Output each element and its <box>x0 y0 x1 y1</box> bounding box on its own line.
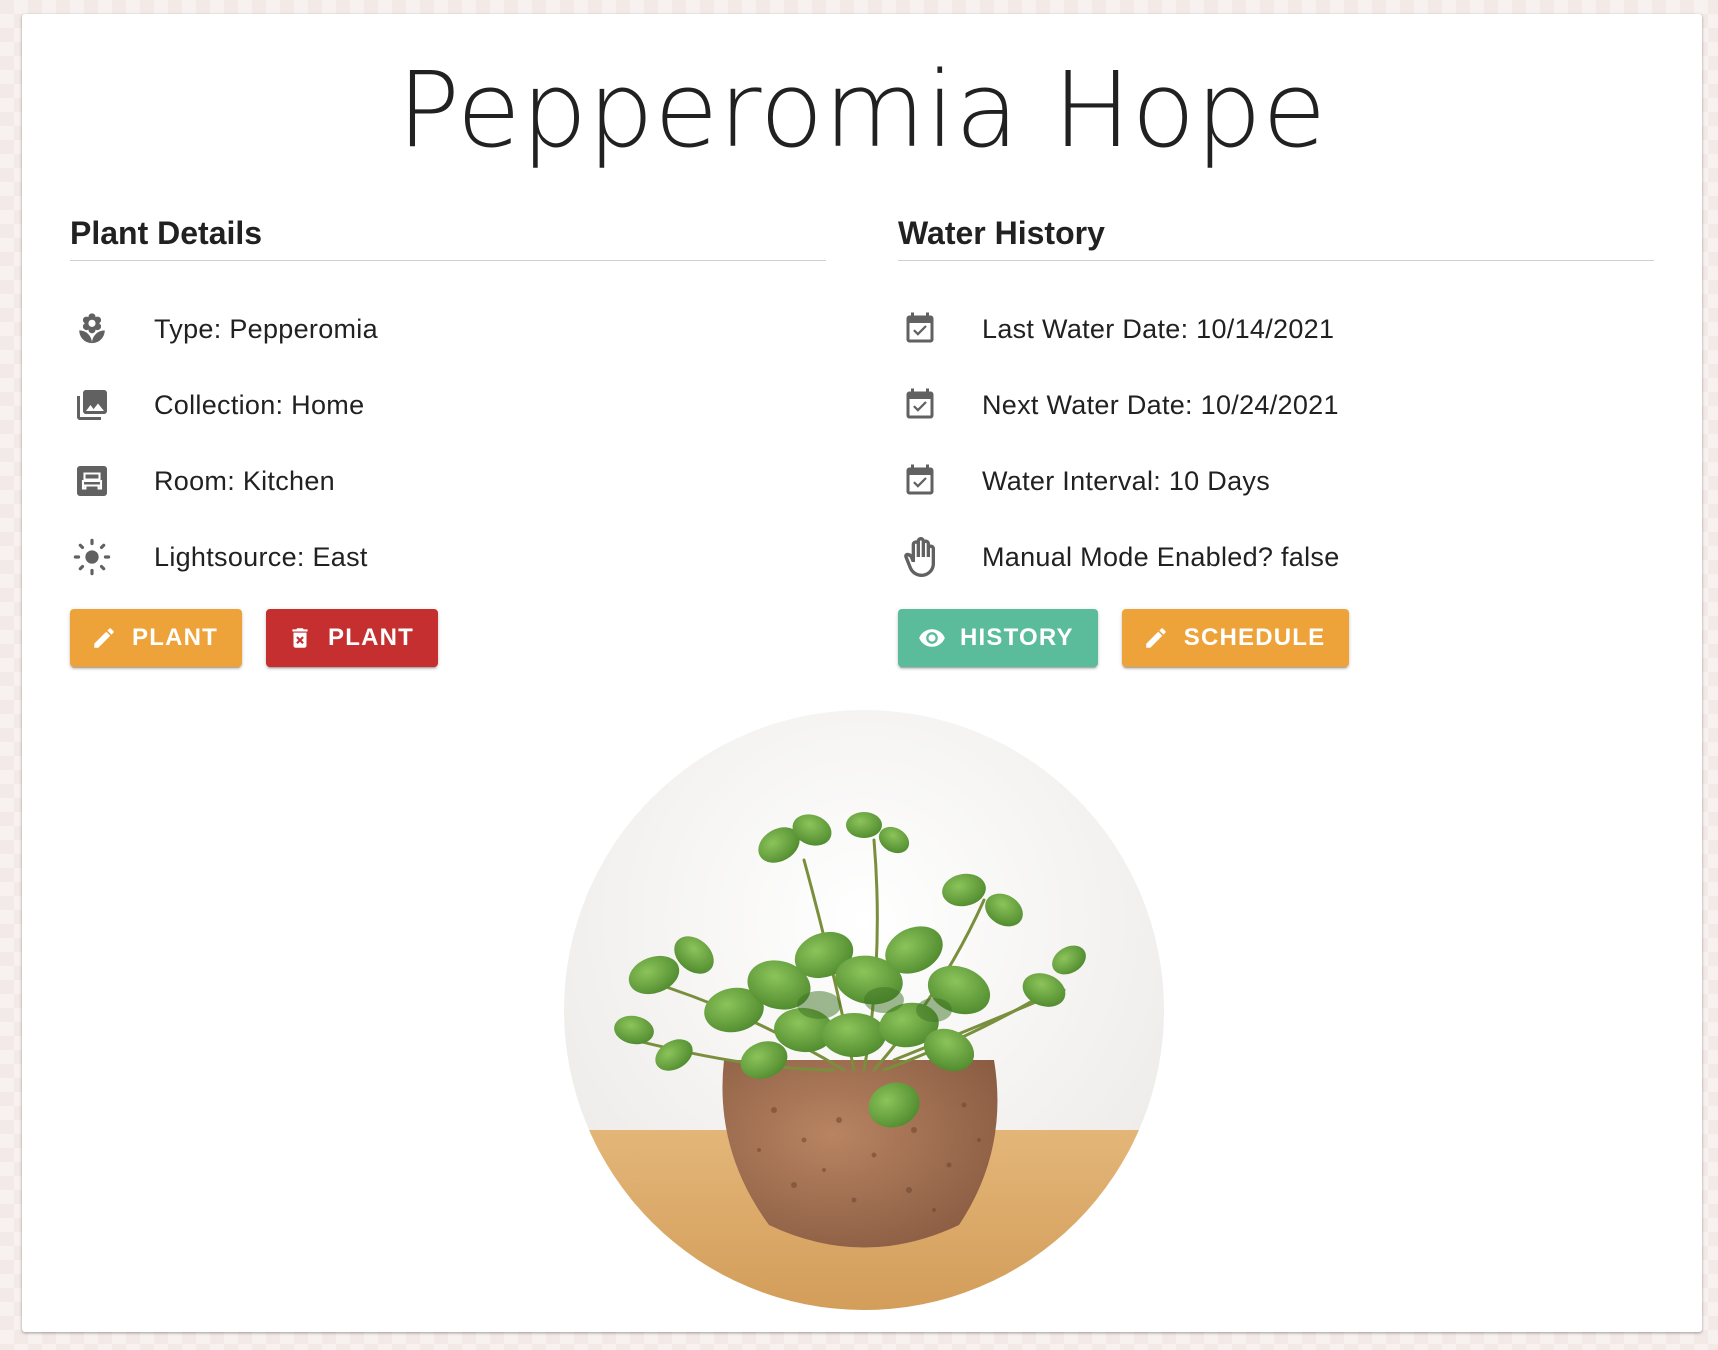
calendar-check-icon <box>900 309 940 349</box>
water-history-heading: Water History <box>898 214 1654 261</box>
detail-row-collection: Collection: Home <box>70 367 826 443</box>
view-history-button[interactable]: HISTORY <box>898 609 1098 667</box>
plant-photo <box>564 710 1164 1310</box>
detail-row-room: Room: Kitchen <box>70 443 826 519</box>
detail-row-type: Type: Pepperomia <box>70 291 826 367</box>
water-history-list: Last Water Date: 10/14/2021 Next Water D… <box>898 291 1654 595</box>
edit-schedule-button[interactable]: SCHEDULE <box>1121 609 1350 667</box>
last-water-date-label: Last Water Date: 10/14/2021 <box>982 313 1335 344</box>
next-water-date-label: Next Water Date: 10/24/2021 <box>982 389 1339 420</box>
water-row-interval: Water Interval: 10 Days <box>898 443 1654 519</box>
history-label: HISTORY <box>960 624 1074 651</box>
delete-plant-label: PLANT <box>328 624 414 651</box>
water-row-last: Last Water Date: 10/14/2021 <box>898 291 1654 367</box>
calendar-check-icon <box>900 385 940 425</box>
water-actions: HISTORY SCHEDULE <box>898 609 1654 667</box>
bed-icon <box>72 461 112 501</box>
flower-icon <box>72 309 112 349</box>
water-row-next: Next Water Date: 10/24/2021 <box>898 367 1654 443</box>
detail-type-label: Type: Pepperomia <box>154 313 378 344</box>
hand-icon <box>900 537 940 577</box>
edit-plant-label: PLANT <box>132 624 218 651</box>
schedule-label: SCHEDULE <box>1183 624 1326 651</box>
detail-collection-label: Collection: Home <box>154 389 365 420</box>
edit-plant-button[interactable]: PLANT <box>70 609 242 667</box>
detail-row-lightsource: Lightsource: East <box>70 519 826 595</box>
water-row-manual-mode: Manual Mode Enabled? false <box>898 519 1654 595</box>
plant-actions: PLANT PLANT <box>70 609 826 667</box>
collection-icon <box>72 385 112 425</box>
plant-details-heading: Plant Details <box>70 214 826 261</box>
trash-icon <box>286 624 314 652</box>
calendar-check-icon <box>900 461 940 501</box>
plant-details-section: Plant Details Type: Pepperomia Collectio… <box>70 214 826 667</box>
manual-mode-label: Manual Mode Enabled? false <box>982 541 1340 572</box>
plant-detail-card: Pepperomia Hope Plant Details Type: Pepp… <box>22 14 1702 1332</box>
detail-room-label: Room: Kitchen <box>154 465 335 496</box>
detail-lightsource-label: Lightsource: East <box>154 541 368 572</box>
eye-icon <box>918 624 946 652</box>
pencil-icon <box>90 624 118 652</box>
page-title: Pepperomia Hope <box>397 49 1327 171</box>
water-history-section: Water History Last Water Date: 10/14/202… <box>898 214 1654 667</box>
delete-plant-button[interactable]: PLANT <box>266 609 438 667</box>
plant-details-list: Type: Pepperomia Collection: Home Room: … <box>70 291 826 595</box>
pencil-icon <box>1142 624 1170 652</box>
water-interval-label: Water Interval: 10 Days <box>982 465 1271 496</box>
sun-icon <box>72 537 112 577</box>
